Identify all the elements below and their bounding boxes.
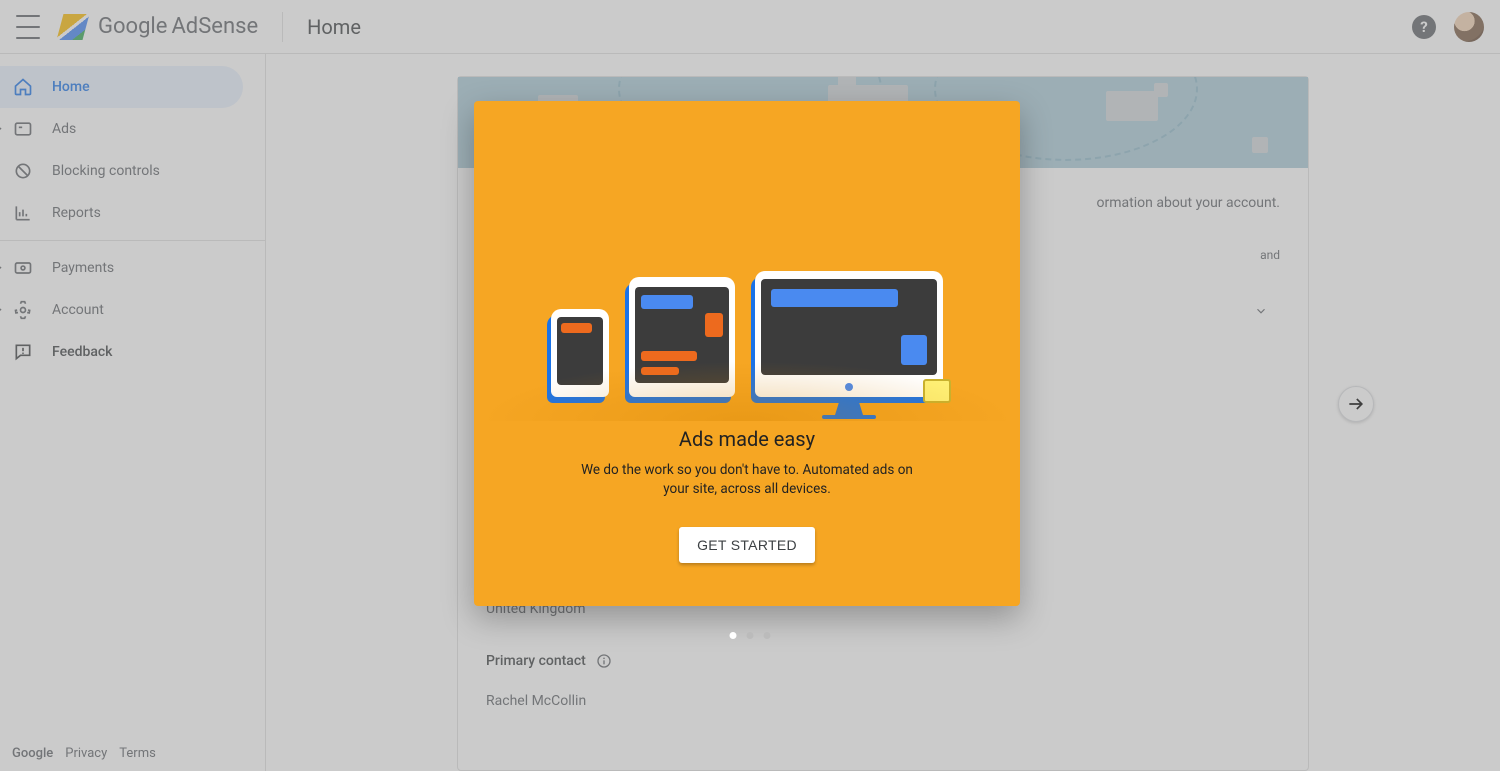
dialog-title: Ads made easy [679,427,815,451]
onboarding-dialog: Ads made easy We do the work so you don'… [474,101,1020,606]
tablet-graphic [629,277,735,397]
pagination-dot[interactable] [764,632,771,639]
pagination-dots [730,632,771,639]
dialog-subtitle: We do the work so you don't have to. Aut… [567,461,927,499]
phone-graphic [551,309,609,397]
monitor-graphic [755,271,943,397]
pagination-dot[interactable] [747,632,754,639]
dialog-illustration [474,101,1020,421]
pagination-dot-active[interactable] [730,632,737,639]
get-started-button[interactable]: GET STARTED [679,527,815,563]
